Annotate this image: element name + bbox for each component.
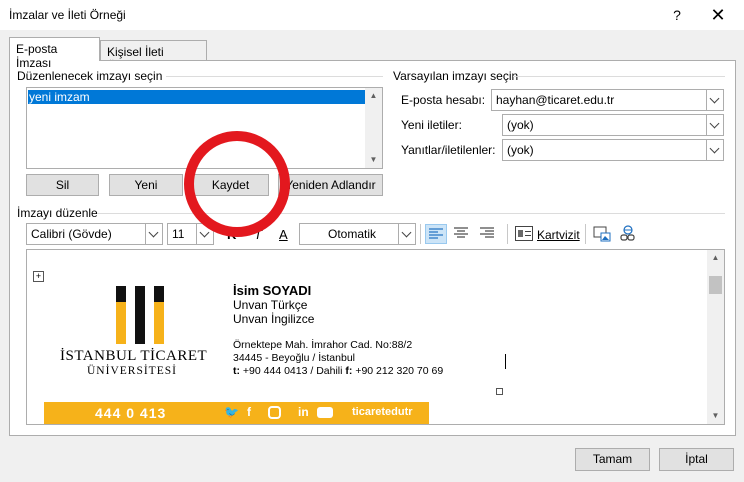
align-left-button[interactable] xyxy=(425,224,447,244)
signature-address-line1: Örnektepe Mah. İmrahor Cad. No:88/2 xyxy=(233,339,413,351)
align-left-icon xyxy=(429,228,443,239)
chevron-down-icon[interactable] xyxy=(145,224,162,244)
business-card-icon xyxy=(515,226,533,241)
twitter-icon: 🐦 xyxy=(224,405,239,419)
youtube-icon xyxy=(317,407,333,418)
toolbar-separator xyxy=(507,224,508,244)
close-button[interactable]: ✕ xyxy=(706,3,730,27)
signature-address-line2: 34445 - Beyoğlu / İstanbul xyxy=(233,352,356,364)
signature-editor[interactable]: + İSTANBUL TİCARET ÜNİVERSİTESİ İsim SOY… xyxy=(26,249,725,425)
university-logo xyxy=(116,286,164,344)
business-card-button[interactable]: Kartvizit xyxy=(537,228,580,242)
replies-label: Yanıtlar/iletilenler: xyxy=(401,143,496,157)
email-account-select[interactable]: hayhan@ticaret.edu.tr xyxy=(491,89,724,111)
chevron-down-icon[interactable] xyxy=(706,90,723,110)
scroll-up-icon[interactable]: ▲ xyxy=(707,250,724,266)
resize-handle-icon[interactable] xyxy=(496,388,503,395)
signature-title-en: Unvan İngilizce xyxy=(233,312,315,326)
logo-text-line2: ÜNİVERSİTESİ xyxy=(87,365,177,377)
banner-social-handle: ticaretedutr xyxy=(352,406,413,418)
chevron-down-icon[interactable] xyxy=(398,224,415,244)
new-messages-label: Yeni iletiler: xyxy=(401,118,462,132)
font-select[interactable]: Calibri (Gövde) xyxy=(26,223,163,245)
insert-picture-button[interactable] xyxy=(593,225,611,242)
align-right-button[interactable] xyxy=(477,224,499,244)
list-item[interactable]: yeni imzam xyxy=(28,90,365,104)
help-button[interactable]: ? xyxy=(666,4,688,26)
text-cursor xyxy=(505,354,506,369)
cancel-button[interactable]: İptal xyxy=(659,448,734,471)
divider xyxy=(513,76,725,77)
list-scrollbar[interactable]: ▲ ▼ xyxy=(365,88,382,168)
signature-phone-line: t: +90 444 0413 / Dahili f: +90 212 320 … xyxy=(233,365,444,377)
picture-icon xyxy=(593,226,611,242)
banner-phone: 444 0 413 xyxy=(95,405,167,421)
tab-personal-stationery[interactable]: Kişisel İleti Örneği xyxy=(100,40,207,73)
highlight-circle xyxy=(184,131,290,237)
align-center-button[interactable] xyxy=(451,224,473,244)
insert-link-button[interactable] xyxy=(619,225,637,242)
instagram-icon xyxy=(268,406,281,419)
edit-signature-legend: İmzayı düzenle xyxy=(17,206,98,220)
rename-button[interactable]: Yeniden Adlandır xyxy=(278,174,383,196)
signature-title-tr: Unvan Türkçe xyxy=(233,298,308,312)
hyperlink-icon xyxy=(620,225,635,241)
select-signature-legend: Düzenlenecek imzayı seçin xyxy=(17,69,163,83)
scroll-thumb[interactable] xyxy=(709,276,722,294)
delete-button[interactable]: Sil xyxy=(26,174,99,196)
signature-banner: 444 0 413 🐦 f in ticaretedutr xyxy=(44,402,429,424)
chevron-down-icon[interactable] xyxy=(706,140,723,160)
font-color-select[interactable]: Otomatik xyxy=(299,223,416,245)
editor-scrollbar[interactable]: ▲ ▼ xyxy=(707,250,724,424)
email-account-label: E-posta hesabı: xyxy=(401,93,486,107)
align-right-icon xyxy=(480,227,494,238)
chevron-down-icon[interactable] xyxy=(706,115,723,135)
divider xyxy=(166,76,383,77)
logo-text-line1: İSTANBUL TİCARET xyxy=(60,348,208,364)
toolbar-separator xyxy=(585,224,586,244)
new-messages-select[interactable]: (yok) xyxy=(502,114,724,136)
divider xyxy=(97,213,725,214)
signature-name: İsim SOYADI xyxy=(233,283,312,298)
linkedin-icon: in xyxy=(298,405,309,419)
tab-email-signature[interactable]: E-posta İmzası xyxy=(9,37,100,70)
ok-button[interactable]: Tamam xyxy=(575,448,650,471)
default-signature-legend: Varsayılan imzayı seçin xyxy=(393,69,519,83)
scroll-down-icon[interactable]: ▼ xyxy=(365,152,382,168)
replies-select[interactable]: (yok) xyxy=(502,139,724,161)
new-button[interactable]: Yeni xyxy=(109,174,183,196)
scroll-up-icon[interactable]: ▲ xyxy=(365,88,382,104)
toolbar-separator xyxy=(420,224,421,244)
facebook-icon: f xyxy=(247,405,251,419)
window-title: İmzalar ve İleti Örneği xyxy=(9,8,126,22)
move-handle-icon[interactable]: + xyxy=(33,271,44,282)
align-center-icon xyxy=(454,227,468,238)
scroll-down-icon[interactable]: ▼ xyxy=(707,408,724,424)
underline-button[interactable]: A xyxy=(279,227,288,242)
